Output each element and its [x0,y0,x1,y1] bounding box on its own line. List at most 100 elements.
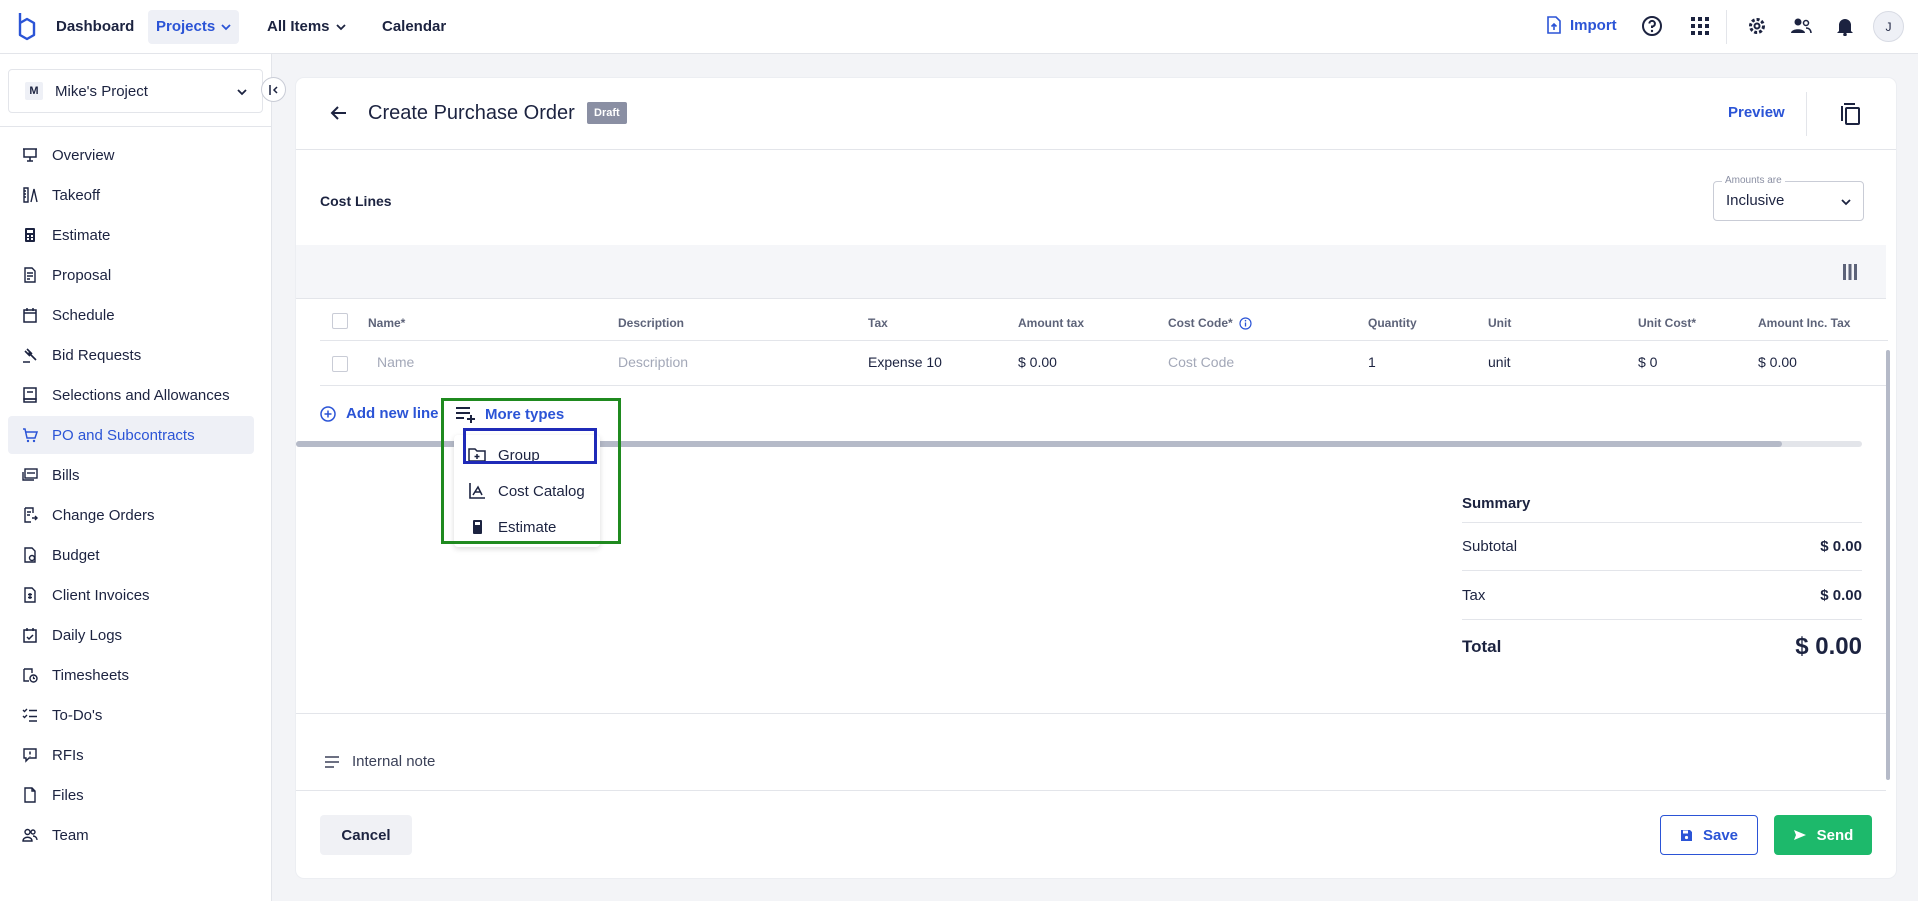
invoice-icon [24,587,36,603]
user-avatar[interactable]: J [1873,11,1904,42]
amounts-are-label: Amounts are [1722,175,1785,186]
row-description-input[interactable]: Description [618,354,688,370]
presentation-icon [23,148,37,162]
sidebar-item-takeoff[interactable]: Takeoff [8,176,254,214]
select-all-checkbox[interactable] [332,313,348,329]
row-amount-inc-tax: $ 0.00 [1758,354,1797,370]
bell-icon[interactable] [1833,14,1857,38]
preview-button[interactable]: Preview [1728,104,1785,121]
sidebar-item-client-invoices[interactable]: Client Invoices [8,576,254,614]
column-header-name: Name* [368,316,406,330]
sidebar-item-schedule[interactable]: Schedule [8,296,254,334]
row-name-input[interactable]: Name [377,354,414,370]
project-name: Mike's Project [55,82,148,100]
copy-icon[interactable] [1840,102,1862,126]
file-icon [24,787,36,803]
amounts-are-select[interactable]: Amounts are Inclusive [1713,175,1864,221]
summary-subtotal-row: Subtotal $ 0.00 [1462,538,1862,555]
sidebar-item-daily-logs[interactable]: Daily Logs [8,616,254,654]
playlist-add-icon [456,407,475,423]
sidebar-item-change-orders[interactable]: Change Orders [8,496,254,534]
summary-total-row: Total $ 0.00 [1462,633,1862,660]
document-arrow-icon [24,507,38,523]
summary-divider [1462,619,1862,620]
sidebar: M Mike's Project Overview Takeoff Estima… [0,54,272,901]
more-types-button[interactable]: More types [455,405,564,423]
sidebar-item-selections-allowances[interactable]: Selections and Allowances [8,376,254,414]
chevron-down-icon [335,24,346,31]
cancel-button[interactable]: Cancel [320,815,412,855]
column-header-unit: Unit [1488,316,1512,330]
calendar-check-icon [23,628,37,643]
status-badge: Draft [587,102,627,124]
table-toolbar [296,245,1886,299]
column-header-cost-code: Cost Code* [1168,316,1252,330]
menu-item-cost-catalog[interactable]: Cost Catalog [454,474,600,508]
team-icon [22,828,38,842]
row-tax[interactable]: Expense 10 [868,354,942,370]
project-selector[interactable]: M Mike's Project [8,69,263,113]
app-logo-icon[interactable] [16,11,38,41]
table-row-divider [320,385,1888,386]
gear-icon[interactable] [1745,14,1769,38]
archive-icon [23,387,37,403]
send-button[interactable]: Send [1774,815,1872,855]
sidebar-item-team[interactable]: Team [8,816,254,854]
nav-projects[interactable]: Projects [148,10,240,44]
footer-divider [296,790,1886,791]
row-checkbox[interactable] [332,356,348,372]
collapse-left-icon [268,84,278,95]
collapse-sidebar-button[interactable] [261,77,286,102]
folder-plus-icon [468,448,486,462]
menu-item-estimate[interactable]: Estimate [454,510,600,544]
chevron-down-icon [237,89,247,96]
vertical-scrollbar-thumb[interactable] [1886,350,1890,780]
import-button[interactable]: Import [1546,16,1617,34]
internal-note-button[interactable]: Internal note [324,753,435,770]
row-unit[interactable]: unit [1488,354,1511,370]
info-icon[interactable] [1239,316,1252,330]
sidebar-item-bid-requests[interactable]: Bid Requests [8,336,254,374]
nav-dashboard[interactable]: Dashboard [48,10,142,44]
table-header-divider [320,340,1888,341]
row-amount-tax: $ 0.00 [1018,354,1057,370]
menu-item-group[interactable]: Group [454,438,600,472]
users-icon[interactable] [1789,14,1813,38]
columns-icon[interactable] [1843,264,1857,280]
sidebar-item-po-subcontracts[interactable]: PO and Subcontracts [8,416,254,454]
sidebar-item-estimate[interactable]: Estimate [8,216,254,254]
catalog-icon [469,483,485,499]
nav-calendar[interactable]: Calendar [374,10,454,44]
floppy-disk-icon [1680,829,1692,841]
row-cost-code-input[interactable]: Cost Code [1168,354,1234,370]
save-button[interactable]: Save [1660,815,1758,855]
calculator-icon [473,520,482,534]
bills-icon [22,468,38,481]
sidebar-item-bills[interactable]: Bills [8,456,254,494]
internal-note-divider [296,713,1886,714]
sidebar-item-todos[interactable]: To-Do's [8,696,254,734]
back-arrow-icon[interactable] [330,104,348,122]
column-header-unit-cost: Unit Cost* [1638,316,1696,330]
budget-document-icon [24,547,36,563]
add-new-line-button[interactable]: Add new line [320,405,439,422]
nav-all-items[interactable]: All Items [259,10,354,44]
amounts-are-value: Inclusive [1726,192,1785,209]
topbar-divider [1726,10,1727,44]
sidebar-item-rfis[interactable]: RFIs [8,736,254,774]
sidebar-item-files[interactable]: Files [8,776,254,814]
sidebar-item-timesheets[interactable]: Timesheets [8,656,254,694]
sidebar-item-budget[interactable]: Budget [8,536,254,574]
column-header-amount-inc-tax: Amount Inc. Tax [1758,316,1851,330]
row-unit-cost[interactable]: $ 0 [1638,354,1657,370]
sidebar-item-proposal[interactable]: Proposal [8,256,254,294]
vertical-scrollbar[interactable] [1886,150,1892,790]
help-icon[interactable] [1640,14,1664,38]
project-badge: M [25,82,43,100]
calculator-icon [25,228,35,242]
gavel-icon [23,348,37,363]
apps-grid-icon[interactable] [1688,14,1712,38]
sidebar-item-overview[interactable]: Overview [8,136,254,174]
calendar-icon [23,308,37,323]
row-quantity[interactable]: 1 [1368,354,1376,370]
